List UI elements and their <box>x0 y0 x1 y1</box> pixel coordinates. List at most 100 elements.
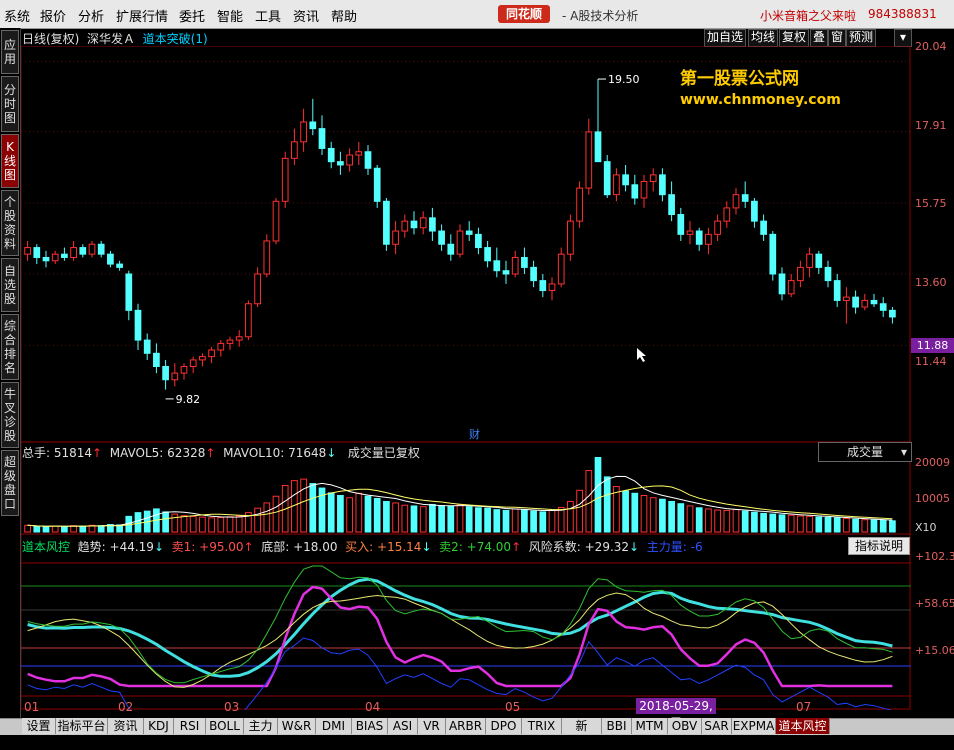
account-id[interactable]: 984388831 <box>868 7 937 21</box>
arrow-up-icon: ↑ <box>92 446 103 460</box>
indicator-tab[interactable]: 资讯 <box>108 718 144 734</box>
indicator-name[interactable]: 道本突破(1) <box>143 32 208 46</box>
volume-bar <box>852 518 859 533</box>
volume-bar <box>493 509 501 533</box>
menu-system[interactable]: 系统 <box>4 6 30 25</box>
indicator-title: 道本风控 <box>22 540 71 554</box>
menu-help[interactable]: 帮助 <box>331 6 357 25</box>
indicator-tab[interactable]: 道本风控 <box>776 718 830 734</box>
menu-tools[interactable]: 工具 <box>255 6 281 25</box>
volume-bar <box>622 490 629 533</box>
candle-body <box>24 247 31 255</box>
kline-chart[interactable]: 19.50 9.82 财 <box>21 46 911 710</box>
candle-body <box>594 131 602 163</box>
volume-bar <box>594 456 602 533</box>
candle-body <box>79 247 87 255</box>
nav-watchlist[interactable]: 自 选 股 <box>1 258 19 312</box>
indicator-tick: +15.06 <box>915 644 954 657</box>
chevron-down-icon[interactable]: ▾ <box>894 29 912 47</box>
candle-body <box>833 280 841 301</box>
candle-body <box>769 233 777 275</box>
indicator-tab[interactable]: RSI <box>174 718 206 734</box>
indicator-tab[interactable]: BIAS <box>352 718 388 734</box>
candle-body <box>705 233 712 245</box>
forecast-button[interactable]: 预测 <box>846 29 877 47</box>
menu-smart[interactable]: 智能 <box>217 6 243 25</box>
candle-body <box>33 247 41 258</box>
volume-bar <box>447 505 455 533</box>
news-ticker[interactable]: 小米音箱之父来啦 <box>760 7 856 24</box>
volume-tick: 10005 <box>915 492 950 505</box>
candle-body <box>530 266 537 282</box>
menu-extended-market[interactable]: 扩展行情 <box>116 6 168 25</box>
indicator-tab[interactable]: OBV <box>668 718 702 734</box>
indicator-tab[interactable]: MTM <box>632 718 668 734</box>
candle-body <box>226 339 234 344</box>
volume-bar <box>714 509 721 533</box>
app-logo: 同花顺 <box>498 5 550 23</box>
volume-bar <box>833 517 841 533</box>
indicator-tab[interactable]: KDJ <box>144 718 174 734</box>
trend-line <box>27 577 893 678</box>
nav-ranking[interactable]: 综 合 排 名 <box>1 314 19 380</box>
nav-diagnosis[interactable]: 牛 叉 诊 股 <box>1 382 19 448</box>
nav-apps[interactable]: 应 用 <box>1 30 19 74</box>
indicator-tab[interactable]: DMI <box>316 718 352 734</box>
candle-body <box>245 303 252 338</box>
candle-body <box>88 243 96 255</box>
indicator-tab[interactable]: SAR <box>702 718 732 734</box>
indicator-tick: +58.65 <box>915 597 954 610</box>
price-tick: 17.91 <box>915 119 947 132</box>
indicator-tab[interactable]: ASI <box>388 718 418 734</box>
volume-bar <box>272 495 280 533</box>
volume-bar <box>521 509 528 533</box>
indicator-tab[interactable]: VR <box>418 718 446 734</box>
window-button[interactable]: 窗 <box>828 29 847 47</box>
chevron-down-icon: ▾ <box>900 445 907 459</box>
indicator-tab[interactable]: BBI <box>602 718 632 734</box>
menu-quote[interactable]: 报价 <box>40 6 66 25</box>
nav-intraday[interactable]: 分 时 图 <box>1 76 19 132</box>
volume-total: 51814 <box>53 446 93 460</box>
volume-bar <box>392 502 399 533</box>
indicator-tab[interactable]: W&R <box>278 718 316 734</box>
add-watchlist-button[interactable]: 加自选 <box>704 29 747 47</box>
candle-body <box>677 214 685 235</box>
candle-body <box>475 233 482 249</box>
volume-indicator-value: 成交量 <box>847 445 884 459</box>
candle-body <box>815 253 823 268</box>
indicator-tab[interactable]: 主力 <box>244 718 278 734</box>
candle-body <box>567 220 574 255</box>
volume-bar <box>732 509 740 533</box>
price-tick: 11.44 <box>915 355 947 368</box>
indicator-tab[interactable]: BOLL <box>206 718 244 734</box>
indicator-tab[interactable]: DPO <box>486 718 522 734</box>
candle-body <box>539 280 547 292</box>
candle-body <box>401 220 409 232</box>
candle-body <box>603 161 611 196</box>
indicator-tab[interactable]: TRIX <box>522 718 562 734</box>
candle-body <box>254 273 261 305</box>
indicator-tab[interactable]: 新DMA <box>562 718 602 749</box>
period-label[interactable]: 日线(复权) <box>22 32 79 46</box>
menu-news[interactable]: 资讯 <box>293 6 319 25</box>
indicator-tab[interactable]: 指标平台 <box>56 718 108 734</box>
volume-bar <box>208 517 215 533</box>
overlay-button[interactable]: 叠 <box>810 29 829 47</box>
nav-level2[interactable]: 超 级 盘 口 <box>1 450 19 516</box>
indicator-tab[interactable]: EXPMA <box>732 718 776 734</box>
ma-button[interactable]: 均线 <box>748 29 779 47</box>
indicator-help-button[interactable]: 指标说明 <box>848 537 910 555</box>
volume-bar <box>33 525 41 533</box>
volume-bar <box>42 526 50 533</box>
nav-stock-profile[interactable]: 个 股 资 料 <box>1 190 19 256</box>
volume-bar <box>373 497 381 533</box>
indicator-tab[interactable]: ARBR <box>446 718 486 734</box>
volume-bar <box>548 509 556 533</box>
menu-order[interactable]: 委托 <box>179 6 205 25</box>
menu-analysis[interactable]: 分析 <box>78 6 104 25</box>
indicator-tab[interactable]: 设置 <box>22 718 56 734</box>
volume-indicator-select[interactable]: 成交量 ▾ <box>818 442 912 462</box>
nav-kline[interactable]: K 线 图 <box>1 134 19 188</box>
adjust-button[interactable]: 复权 <box>779 29 810 47</box>
